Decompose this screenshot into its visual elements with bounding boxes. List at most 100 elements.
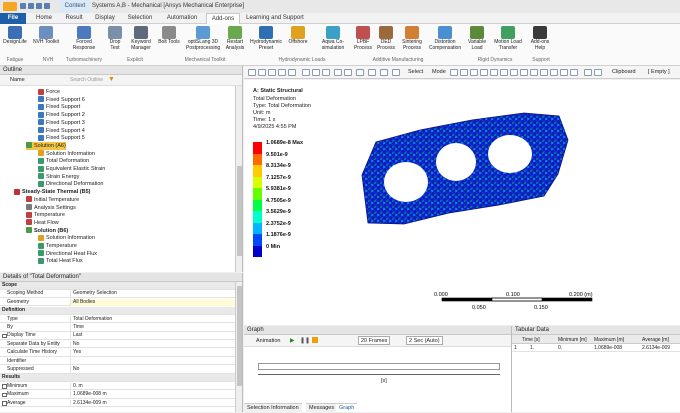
graphics-tool-icon[interactable] bbox=[584, 69, 592, 76]
details-row[interactable]: Display Time Last bbox=[0, 332, 236, 340]
parameter-checkbox[interactable] bbox=[2, 333, 7, 339]
distortion-compensation-button[interactable]: Distortion Compensation bbox=[428, 26, 462, 51]
graphics-tool-icon[interactable] bbox=[278, 69, 286, 76]
graphics-tool-icon[interactable] bbox=[368, 69, 376, 76]
ded-process-button[interactable]: DED Process bbox=[375, 26, 397, 51]
optislang-3d-postprocessing-button[interactable]: optiSLang 3D Postprocessing bbox=[186, 26, 220, 51]
details-value[interactable]: 1.0689e-008 m bbox=[70, 391, 236, 399]
stop-icon[interactable] bbox=[312, 337, 318, 343]
details-row[interactable]: By Time bbox=[0, 324, 236, 332]
tab-display[interactable]: Display bbox=[90, 13, 120, 24]
tab-learning-support[interactable]: Learning and Support bbox=[242, 13, 308, 24]
graphics-tool-icon[interactable] bbox=[480, 69, 488, 76]
graphics-tool-icon[interactable] bbox=[570, 69, 578, 76]
graphics-tool-icon[interactable] bbox=[594, 69, 602, 76]
details-row[interactable]: Average 2.6134e-009 m bbox=[0, 399, 236, 408]
graphics-tool-icon[interactable] bbox=[258, 69, 266, 76]
graphics-tool-icon[interactable] bbox=[302, 69, 310, 76]
tab-file[interactable]: File bbox=[0, 13, 26, 24]
tab-add-ons[interactable]: Add-ons bbox=[206, 13, 240, 24]
graphics-tool-icon[interactable] bbox=[450, 69, 458, 76]
details-section-header[interactable]: Definition bbox=[0, 307, 236, 315]
details-value[interactable]: No bbox=[70, 340, 236, 349]
details-value[interactable]: No bbox=[70, 366, 236, 374]
aqwa-co-simulation-button[interactable]: Aqwa Co-simulation bbox=[318, 26, 348, 51]
graphics-tool-icon[interactable] bbox=[500, 69, 508, 76]
details-value[interactable]: 0. m bbox=[70, 382, 236, 391]
details-row[interactable]: Scoping Method Geometry Selection bbox=[0, 290, 236, 298]
graphics-tool-icon[interactable] bbox=[530, 69, 538, 76]
details-scroll-thumb[interactable] bbox=[237, 286, 242, 386]
parameter-checkbox[interactable] bbox=[2, 401, 7, 406]
mode-dropdown[interactable]: Mode bbox=[432, 69, 446, 75]
clipboard-dropdown[interactable]: Clipboard bbox=[612, 69, 636, 75]
play-icon[interactable]: ▶ bbox=[290, 337, 295, 344]
graphics-tool-icon[interactable] bbox=[510, 69, 518, 76]
graphics-tool-icon[interactable] bbox=[392, 69, 400, 76]
details-scrollbar[interactable] bbox=[235, 282, 242, 412]
designlife-button[interactable]: DesignLife bbox=[2, 26, 28, 46]
graphics-tool-icon[interactable] bbox=[520, 69, 528, 76]
details-section-header[interactable]: Scope bbox=[0, 282, 236, 290]
details-value[interactable]: Total Deformation bbox=[70, 315, 236, 324]
tree-item[interactable]: Total Heat Flux bbox=[38, 257, 83, 265]
details-value[interactable]: All Bodies bbox=[70, 298, 236, 307]
graphics-tool-icon[interactable] bbox=[322, 69, 330, 76]
graphics-tool-icon[interactable] bbox=[334, 69, 342, 76]
add-ons-help-button[interactable]: Add-ons Help bbox=[526, 26, 554, 51]
outline-scrollbar[interactable] bbox=[235, 86, 242, 272]
bolt-tools-button[interactable]: Bolt Tools bbox=[156, 26, 182, 46]
tab-messages[interactable]: Messages bbox=[306, 403, 338, 412]
parameter-checkbox[interactable] bbox=[2, 384, 7, 389]
details-value[interactable]: Yes bbox=[70, 349, 236, 357]
graphics-tool-icon[interactable] bbox=[470, 69, 478, 76]
name-filter-label[interactable]: Name bbox=[10, 77, 25, 83]
offshore-button[interactable]: Offshore bbox=[284, 26, 312, 46]
details-row[interactable]: Identifier bbox=[0, 357, 236, 366]
details-value[interactable]: Geometry Selection bbox=[70, 290, 236, 298]
graphics-tool-icon[interactable] bbox=[550, 69, 558, 76]
details-row[interactable]: Suppressed No bbox=[0, 366, 236, 374]
lpbf-process-button[interactable]: LPBF Process bbox=[352, 26, 374, 51]
details-row[interactable]: Type Total Deformation bbox=[0, 315, 236, 324]
column-header[interactable]: Time [s] bbox=[522, 337, 540, 343]
details-value[interactable]: Last bbox=[70, 332, 236, 340]
graphics-tool-icon[interactable] bbox=[268, 69, 276, 76]
tab-home[interactable]: Home bbox=[30, 13, 58, 24]
search-outline-input[interactable]: Search Outline bbox=[70, 77, 103, 83]
model-view[interactable]: 0.000 0.100 0.200 (m) 0.050 0.150 bbox=[244, 80, 680, 325]
details-row[interactable]: Calculate Time History Yes bbox=[0, 349, 236, 357]
tab-result[interactable]: Result bbox=[60, 13, 88, 24]
motion-load-transfer-button[interactable]: Motion Load Transfer bbox=[492, 26, 524, 51]
graphics-tool-icon[interactable] bbox=[344, 69, 352, 76]
quick-access-toolbar[interactable] bbox=[20, 3, 64, 10]
drop-test-button[interactable]: Drop Test bbox=[105, 26, 125, 51]
graphics-tool-icon[interactable] bbox=[380, 69, 388, 76]
graphics-tool-icon[interactable] bbox=[540, 69, 548, 76]
column-header[interactable]: Minimum [m] bbox=[558, 337, 587, 343]
details-row[interactable]: Geometry All Bodies bbox=[0, 298, 236, 307]
variable-load-button[interactable]: Variable Load bbox=[464, 26, 490, 51]
keyword-manager-button[interactable]: Keyword Manager bbox=[128, 26, 154, 51]
time-slider[interactable] bbox=[258, 363, 500, 370]
tab-graph[interactable]: Graph bbox=[336, 403, 358, 412]
context-tab[interactable]: Context bbox=[60, 0, 90, 13]
details-value[interactable]: 2.6134e-009 m bbox=[70, 399, 236, 408]
filter-icon[interactable]: ▼ bbox=[108, 76, 115, 83]
outline-scroll-thumb[interactable] bbox=[237, 166, 242, 256]
details-row[interactable]: Maximum 1.0689e-008 m bbox=[0, 391, 236, 399]
tab-selection[interactable]: Selection bbox=[122, 13, 158, 24]
graphics-tool-icon[interactable] bbox=[460, 69, 468, 76]
duration-select[interactable]: 2 Sec (Auto) bbox=[406, 336, 443, 345]
column-header[interactable]: Maximum [m] bbox=[594, 337, 624, 343]
restart-analysis-button[interactable]: Restart Analysis bbox=[222, 26, 248, 51]
graphics-tool-icon[interactable] bbox=[288, 69, 296, 76]
graphics-tool-icon[interactable] bbox=[312, 69, 320, 76]
tab-automation[interactable]: Automation bbox=[160, 13, 204, 24]
sintering-process-button[interactable]: Sintering Process bbox=[398, 26, 426, 51]
details-value[interactable]: Time bbox=[70, 324, 236, 332]
graphics-tool-icon[interactable] bbox=[490, 69, 498, 76]
details-row[interactable]: Separate Data by Entity No bbox=[0, 340, 236, 349]
parameter-checkbox[interactable] bbox=[2, 392, 7, 398]
hydrodynamic-preset-button[interactable]: Hydrodynamic Preset bbox=[250, 26, 282, 51]
